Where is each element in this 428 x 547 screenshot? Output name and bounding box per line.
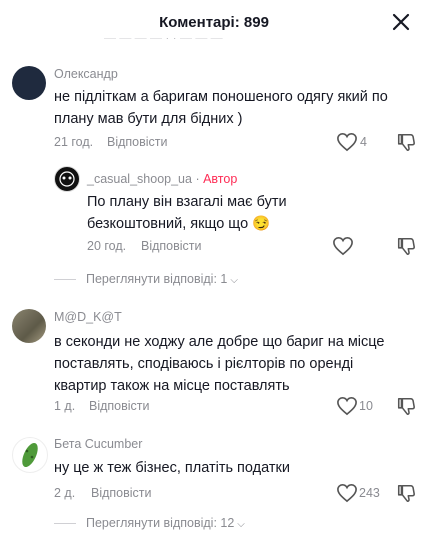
- comment-username[interactable]: _casual_shoop_ua · Автор: [87, 172, 237, 186]
- like-count: 10: [359, 399, 373, 413]
- author-username[interactable]: _casual_shoop_ua: [87, 172, 192, 186]
- chevron-down-icon: ⌵: [230, 275, 238, 286]
- comment-username[interactable]: M@D_K@T: [54, 310, 122, 324]
- avatar[interactable]: [12, 309, 46, 343]
- comment-time: 2 д.: [54, 486, 76, 500]
- thumbs-down-outline-icon[interactable]: [396, 132, 416, 152]
- thumbs-down-outline-icon[interactable]: [396, 483, 416, 503]
- author-avatar[interactable]: [54, 166, 80, 192]
- avatar[interactable]: [12, 437, 48, 473]
- comment-time: 20 год.: [87, 239, 127, 253]
- comment-text: в секонди не ходжу але добре що бариг на…: [54, 334, 385, 394]
- like-count: 4: [360, 135, 367, 149]
- reply-button[interactable]: Відповісти: [89, 399, 150, 413]
- view-replies-label: Переглянути відповіді: 12: [86, 516, 235, 530]
- like-count: 243: [359, 486, 380, 500]
- close-icon[interactable]: [390, 11, 412, 33]
- avatar[interactable]: [12, 66, 46, 100]
- cut-off-text: — — — — · · — — —: [104, 31, 223, 39]
- comment-username[interactable]: Бета Cucumber: [54, 437, 142, 451]
- divider-line: [54, 523, 76, 525]
- comment-text: ну це ж теж бізнес, платіть податки: [54, 460, 290, 476]
- comment-text: По плану він взагалі має бути безкоштовн…: [87, 194, 287, 232]
- reply-button[interactable]: Відповісти: [107, 135, 168, 149]
- view-replies-label: Переглянути відповіді: 1: [86, 272, 228, 286]
- divider-line: [54, 279, 76, 281]
- heart-outline-icon[interactable]: [336, 396, 358, 416]
- reply-button[interactable]: Відповісти: [141, 239, 202, 253]
- view-replies-button[interactable]: Переглянути відповіді: 12 ⌵: [54, 516, 245, 530]
- comment-username[interactable]: Олександр: [54, 67, 118, 81]
- thumbs-down-outline-icon[interactable]: [396, 236, 416, 256]
- comment-time: 1 д.: [54, 399, 76, 413]
- heart-outline-icon[interactable]: [332, 236, 354, 256]
- heart-outline-icon[interactable]: [336, 132, 358, 152]
- author-badge: Автор: [203, 172, 238, 186]
- author-logo-icon: [59, 171, 75, 187]
- cucumber-icon: [22, 442, 38, 468]
- view-replies-button[interactable]: Переглянути відповіді: 1 ⌵: [54, 272, 238, 286]
- chevron-down-icon: ⌵: [237, 519, 245, 530]
- thumbs-down-outline-icon[interactable]: [396, 396, 416, 416]
- heart-outline-icon[interactable]: [336, 483, 358, 503]
- reply-button[interactable]: Відповісти: [91, 486, 152, 500]
- comment-text: не підліткам а баригам поношеного одягу …: [54, 89, 388, 127]
- separator-dot: ·: [195, 172, 200, 186]
- comment-time: 21 год.: [54, 135, 94, 149]
